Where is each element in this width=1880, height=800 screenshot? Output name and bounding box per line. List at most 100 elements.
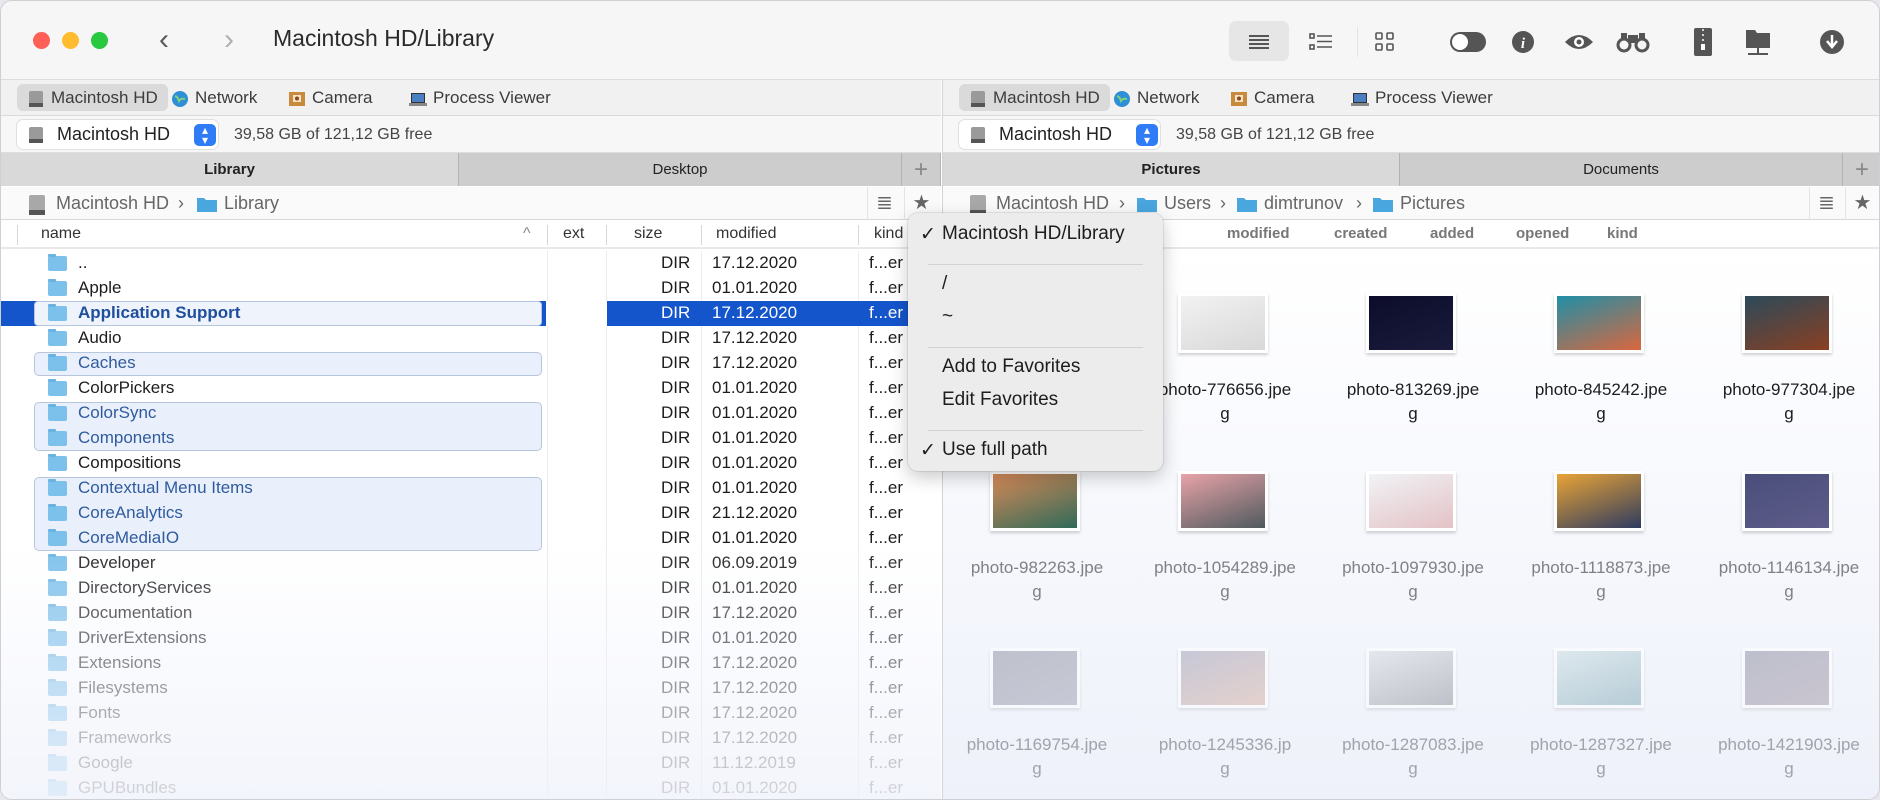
tab-library[interactable]: Library [1, 153, 459, 186]
photo-file-name[interactable]: photo-977304.jpe g [1695, 378, 1879, 426]
breadcrumb-item-library[interactable]: Library [224, 193, 279, 214]
menu-item-root[interactable]: / [942, 273, 947, 301]
photo-file-name[interactable]: photo-1118873.jpe g [1507, 556, 1695, 604]
photo-file-name[interactable]: photo-1169754.jpe g [943, 733, 1131, 781]
add-tab-button[interactable]: + [902, 153, 941, 186]
table-row[interactable]: Application Support DIR 17.12.2020 f...er [1, 301, 941, 326]
photo-file-name[interactable]: photo-1146134.jpe g [1695, 556, 1879, 604]
menu-item-macintosh-hd-library[interactable]: Macintosh HD/Library [942, 223, 1125, 251]
history-list-button[interactable]: ≣ [867, 187, 901, 220]
add-tab-button[interactable]: + [1843, 153, 1879, 186]
menu-item-use-full-path[interactable]: Use full path [942, 439, 1048, 467]
tab-documents[interactable]: Documents [1400, 153, 1843, 186]
table-row[interactable]: Frameworks DIR 17.12.2020 f...er [1, 726, 941, 751]
photo-thumbnail[interactable] [1366, 293, 1456, 353]
photo-file-name[interactable]: photo-813269.jpe g [1319, 378, 1507, 426]
column-added[interactable]: added [1430, 225, 1474, 242]
archive-zip-icon[interactable] [1686, 25, 1720, 59]
column-kind[interactable]: kind [874, 225, 903, 243]
device-macintosh-hd[interactable]: Macintosh HD [17, 84, 168, 111]
table-row[interactable]: Caches DIR 17.12.2020 f...er [1, 351, 941, 376]
table-row[interactable]: Components DIR 01.01.2020 f...er [1, 426, 941, 451]
column-modified[interactable]: modified [1227, 225, 1290, 242]
device-camera[interactable]: Camera [278, 84, 382, 111]
column-created[interactable]: created [1334, 225, 1387, 242]
tab-pictures[interactable]: Pictures [943, 153, 1400, 186]
table-row[interactable]: Google DIR 11.12.2019 f...er [1, 751, 941, 776]
photo-thumbnail[interactable] [1742, 293, 1832, 353]
table-row[interactable]: DriverExtensions DIR 01.01.2020 f...er [1, 626, 941, 651]
table-row[interactable]: CoreAnalytics DIR 21.12.2020 f...er [1, 501, 941, 526]
photo-thumbnail[interactable] [1178, 648, 1268, 708]
photo-file-name[interactable]: photo-1287083.jpe g [1319, 733, 1507, 781]
table-row[interactable]: Audio DIR 17.12.2020 f...er [1, 326, 941, 351]
table-row[interactable]: Filesystems DIR 17.12.2020 f...er [1, 676, 941, 701]
info-icon[interactable]: i [1506, 25, 1540, 59]
list-view-icon[interactable] [1242, 25, 1276, 59]
table-row[interactable]: Developer DIR 06.09.2019 f...er [1, 551, 941, 576]
minimize-window-button[interactable] [62, 32, 79, 49]
table-row[interactable]: ColorSync DIR 01.01.2020 f...er [1, 401, 941, 426]
photo-file-name[interactable]: photo-1245336.jp g [1131, 733, 1319, 781]
photo-file-name[interactable]: photo-982263.jpe g [943, 556, 1131, 604]
table-row[interactable]: GPUBundles DIR 01.01.2020 f...er [1, 776, 941, 799]
menu-item-edit-favorites[interactable]: Edit Favorites [942, 389, 1058, 417]
photo-thumbnail[interactable] [1554, 293, 1644, 353]
menu-item-add-to-favorites[interactable]: Add to Favorites [942, 356, 1080, 384]
table-row[interactable]: DirectoryServices DIR 01.01.2020 f...er [1, 576, 941, 601]
column-modified[interactable]: modified [716, 225, 776, 243]
photo-file-name[interactable]: photo-845242.jpe g [1507, 378, 1695, 426]
column-name[interactable]: name [41, 225, 81, 243]
table-row[interactable]: Apple DIR 01.01.2020 f...er [1, 276, 941, 301]
table-row[interactable]: .. DIR 17.12.2020 f...er [1, 251, 941, 276]
detail-list-view-icon[interactable] [1304, 25, 1338, 59]
table-row[interactable]: Compositions DIR 01.01.2020 f...er [1, 451, 941, 476]
column-kind[interactable]: kind [1607, 225, 1638, 242]
photo-thumbnail[interactable] [1742, 648, 1832, 708]
network-folder-icon[interactable] [1741, 25, 1775, 59]
photo-thumbnail[interactable] [1554, 471, 1644, 531]
device-network[interactable]: Network [161, 84, 267, 111]
photo-thumbnail[interactable] [990, 471, 1080, 531]
favorites-star-button[interactable]: ★ [1845, 187, 1879, 220]
breadcrumb-item-pictures[interactable]: Pictures [1400, 193, 1465, 214]
close-window-button[interactable] [33, 32, 50, 49]
menu-item-home[interactable]: ~ [942, 306, 953, 334]
zoom-window-button[interactable] [91, 32, 108, 49]
photo-file-name[interactable]: photo-1097930.jpe g [1319, 556, 1507, 604]
preview-eye-icon[interactable] [1559, 25, 1599, 59]
photo-thumbnail[interactable] [1742, 471, 1832, 531]
breadcrumb-item-macintosh-hd[interactable]: Macintosh HD [56, 193, 169, 214]
drive-selector[interactable]: Macintosh HD ▴ ▾ [17, 120, 218, 149]
download-icon[interactable] [1815, 25, 1849, 59]
drive-stepper-icon[interactable]: ▴ ▾ [1136, 124, 1158, 146]
history-list-button[interactable]: ≣ [1809, 187, 1843, 220]
forward-button[interactable]: › [224, 23, 234, 57]
photo-thumbnail[interactable] [1178, 471, 1268, 531]
photo-thumbnail[interactable] [1178, 293, 1268, 353]
device-macintosh-hd[interactable]: Macintosh HD [959, 84, 1110, 111]
toggle-hidden-icon[interactable] [1448, 25, 1488, 59]
device-process-viewer[interactable]: Process Viewer [1341, 84, 1503, 111]
photo-file-name[interactable]: photo-1421903.jpe g [1695, 733, 1879, 781]
column-size[interactable]: size [634, 225, 662, 243]
photo-file-name[interactable]: photo-1287327.jpe g [1507, 733, 1695, 781]
breadcrumb-item-macintosh-hd[interactable]: Macintosh HD [996, 193, 1109, 214]
table-row[interactable]: CoreMediaIO DIR 01.01.2020 f...er [1, 526, 941, 551]
drive-stepper-icon[interactable]: ▴ ▾ [194, 124, 216, 146]
breadcrumb-item-users[interactable]: Users [1164, 193, 1211, 214]
tab-desktop[interactable]: Desktop [459, 153, 902, 186]
photo-file-name[interactable]: photo-1054289.jpe g [1131, 556, 1319, 604]
device-network[interactable]: Network [1103, 84, 1209, 111]
photo-thumbnail[interactable] [1366, 648, 1456, 708]
device-camera[interactable]: Camera [1220, 84, 1324, 111]
back-button[interactable]: ‹ [159, 23, 169, 57]
photo-thumbnail[interactable] [990, 648, 1080, 708]
column-ext[interactable]: ext [563, 225, 584, 243]
device-process-viewer[interactable]: Process Viewer [399, 84, 561, 111]
drive-selector[interactable]: Macintosh HD ▴ ▾ [959, 120, 1160, 149]
table-row[interactable]: Fonts DIR 17.12.2020 f...er [1, 701, 941, 726]
table-row[interactable]: Contextual Menu Items DIR 01.01.2020 f...er [1, 476, 941, 501]
binoculars-search-icon[interactable] [1613, 25, 1653, 59]
breadcrumb-item-dimtrunov[interactable]: dimtrunov [1264, 193, 1343, 214]
